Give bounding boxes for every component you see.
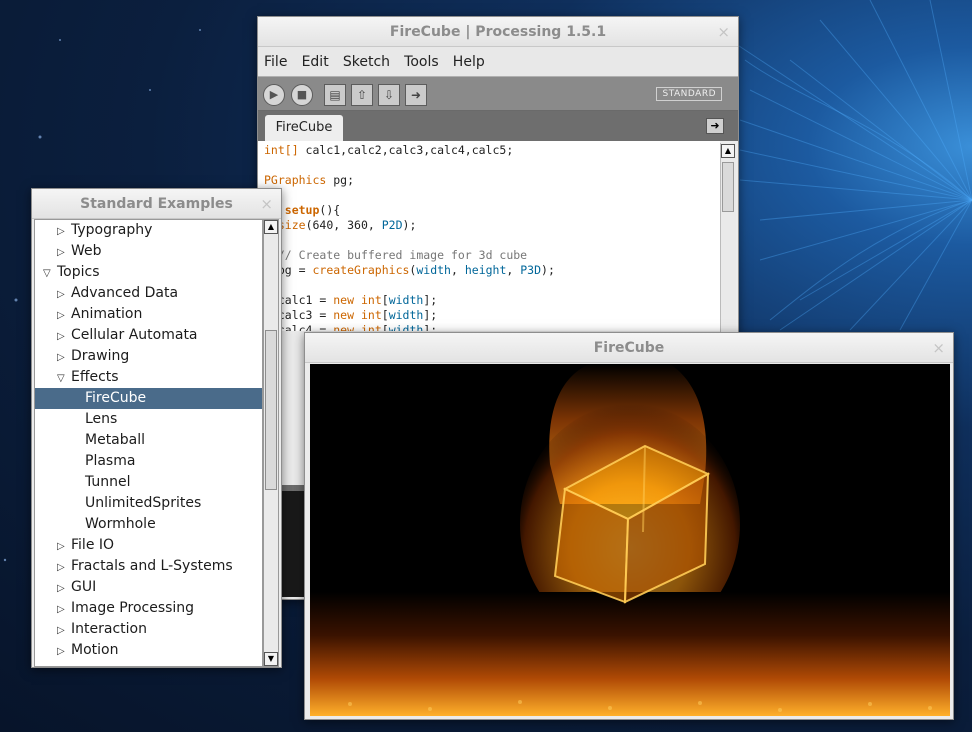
sketch-canvas[interactable] <box>310 364 950 716</box>
tree-item[interactable]: ▷ Cellular Automata <box>35 325 262 346</box>
sketch-window-title: FireCube <box>593 340 665 356</box>
tree-item-label: Fractals and L-Systems <box>71 558 233 574</box>
save-icon[interactable]: ⇩ <box>378 84 400 106</box>
close-icon[interactable]: × <box>260 189 273 219</box>
tree-item-label: Topics <box>57 264 100 280</box>
expand-arrow-icon[interactable]: ▷ <box>57 557 71 578</box>
tree-item[interactable]: ▷ Interaction <box>35 619 262 640</box>
expand-arrow-icon[interactable]: ▷ <box>57 599 71 620</box>
expand-arrow-icon[interactable]: ▷ <box>57 536 71 557</box>
menu-sketch[interactable]: Sketch <box>343 47 390 77</box>
examples-scrollbar[interactable]: ▲ ▼ <box>263 219 279 667</box>
tab-menu-arrow-icon[interactable]: ➜ <box>706 118 724 134</box>
expand-arrow-icon[interactable]: ▷ <box>57 326 71 347</box>
tree-item-label: UnlimitedSprites <box>85 495 202 511</box>
menu-tools[interactable]: Tools <box>404 47 439 77</box>
expand-arrow-icon[interactable]: ▷ <box>57 347 71 368</box>
expand-arrow-icon[interactable]: ▷ <box>57 641 71 662</box>
menu-edit[interactable]: Edit <box>302 47 329 77</box>
collapse-arrow-icon[interactable]: ▽ <box>43 263 57 284</box>
tree-item[interactable]: Tunnel <box>35 472 262 493</box>
tab-firecube[interactable]: FireCube <box>265 115 343 141</box>
close-icon[interactable]: × <box>717 17 730 47</box>
editor-window-title: FireCube | Processing 1.5.1 <box>389 24 607 40</box>
run-icon[interactable]: ▶ <box>263 84 285 106</box>
code-vertical-scrollbar[interactable]: ▲ <box>720 143 736 333</box>
expand-arrow-icon[interactable]: ▷ <box>57 284 71 305</box>
tree-item[interactable]: Wormhole <box>35 514 262 535</box>
new-icon[interactable]: ▤ <box>324 84 346 106</box>
tree-item[interactable]: ▷ Drawing <box>35 346 262 367</box>
stop-icon[interactable]: ■ <box>291 84 313 106</box>
tree-item-label: Web <box>71 243 102 259</box>
tree-item[interactable]: ▽ Effects <box>35 367 262 388</box>
tree-item-label: Advanced Data <box>71 285 179 301</box>
tree-item-label: Tunnel <box>85 474 131 490</box>
export-icon[interactable]: ➜ <box>405 84 427 106</box>
fire-cube-render <box>310 364 950 716</box>
tree-item[interactable]: ▷ Advanced Data <box>35 283 262 304</box>
editor-toolbar: ▶ ■ ▤ ⇧ ⇩ ➜ STANDARD <box>258 77 738 111</box>
tree-item[interactable]: ▷ Animation <box>35 304 262 325</box>
scroll-thumb[interactable] <box>265 330 277 490</box>
tree-item-label: Drawing <box>71 348 130 364</box>
standard-examples-window: Standard Examples × ▷ Typography ▷ Web ▽ Topi… <box>31 188 282 668</box>
tree-item[interactable]: ▷ GUI <box>35 577 262 598</box>
tree-item-label: Motion <box>71 642 119 658</box>
tree-item[interactable]: Lens <box>35 409 262 430</box>
code-editor[interactable]: int[] calc1,calc2,calc3,calc4,calc5; PGr… <box>258 141 720 331</box>
tree-item[interactable]: UnlimitedSprites <box>35 493 262 514</box>
menu-bar: File Edit Sketch Tools Help <box>258 47 738 77</box>
scroll-up-icon[interactable]: ▲ <box>721 144 735 158</box>
tree-item-label: Cellular Automata <box>71 327 198 343</box>
tree-item[interactable]: Plasma <box>35 451 262 472</box>
expand-arrow-icon[interactable]: ▷ <box>57 221 71 242</box>
scroll-thumb[interactable] <box>722 162 734 212</box>
expand-arrow-icon[interactable]: ▷ <box>57 578 71 599</box>
mode-selector[interactable]: STANDARD <box>656 87 722 101</box>
tree-item-label: File IO <box>71 537 115 553</box>
tree-item-label: Plasma <box>85 453 136 469</box>
tree-item-label: Interaction <box>71 621 147 637</box>
tree-item-label: GUI <box>71 579 97 595</box>
close-icon[interactable]: × <box>932 333 945 363</box>
tree-item-label: Wormhole <box>85 516 156 532</box>
examples-tree: ▷ Typography ▷ Web ▽ Topics ▷ Advanced Data ▷ Ani… <box>34 219 263 667</box>
editor-titlebar[interactable]: FireCube | Processing 1.5.1 × <box>258 17 738 47</box>
tree-item-label: Metaball <box>85 432 146 448</box>
tree-item[interactable]: Metaball <box>35 430 262 451</box>
open-icon[interactable]: ⇧ <box>351 84 373 106</box>
collapse-arrow-icon[interactable]: ▽ <box>57 368 71 389</box>
tree-item[interactable]: ▷ Web <box>35 241 262 262</box>
tree-item-label: Typography <box>71 222 153 238</box>
examples-window-title: Standard Examples <box>80 196 233 212</box>
scroll-down-icon[interactable]: ▼ <box>264 652 278 666</box>
examples-titlebar[interactable]: Standard Examples × <box>32 189 281 219</box>
tree-item[interactable]: FireCube <box>35 388 262 409</box>
tree-item[interactable]: ▽ Topics <box>35 262 262 283</box>
menu-file[interactable]: File <box>264 47 287 77</box>
tree-item-label: FireCube <box>85 390 147 406</box>
expand-arrow-icon[interactable]: ▷ <box>57 620 71 641</box>
sketch-titlebar[interactable]: FireCube × <box>305 333 953 363</box>
tab-strip: FireCube ➜ <box>258 111 738 141</box>
tree-item[interactable]: ▷ Fractals and L-Systems <box>35 556 262 577</box>
tree-item-label: Lens <box>85 411 118 427</box>
tree-item[interactable]: ▷ File IO <box>35 535 262 556</box>
firecube-sketch-window: FireCube × <box>304 332 954 720</box>
menu-help[interactable]: Help <box>453 47 485 77</box>
tree-item[interactable]: ▷ Typography <box>35 220 262 241</box>
tree-item[interactable]: ▷ Motion <box>35 640 262 661</box>
expand-arrow-icon[interactable]: ▷ <box>57 242 71 263</box>
tree-item[interactable]: ▷ Image Processing <box>35 598 262 619</box>
expand-arrow-icon[interactable]: ▷ <box>57 305 71 326</box>
tree-item-label: Animation <box>71 306 143 322</box>
tree-item-label: Image Processing <box>71 600 195 616</box>
tree-item-label: Effects <box>71 369 119 385</box>
scroll-up-icon[interactable]: ▲ <box>264 220 278 234</box>
